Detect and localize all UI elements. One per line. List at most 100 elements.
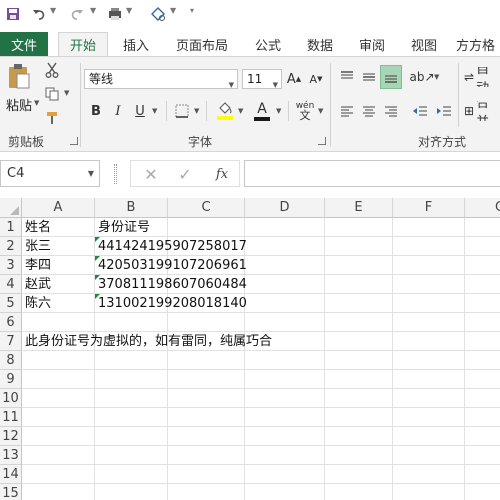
copy-dropdown-icon[interactable]: ▼ [64, 89, 69, 97]
merge-center-button[interactable]: ⊞合并 [464, 101, 500, 121]
insert-function-button[interactable]: fx [212, 164, 232, 184]
fill-color-dropdown-icon[interactable]: ▼ [238, 107, 243, 115]
cell-a4[interactable]: 赵武 [22, 275, 51, 294]
row-header-9[interactable]: 9 [0, 370, 22, 389]
tab-file[interactable]: 文件 [0, 32, 48, 56]
font-color-button[interactable]: A [252, 99, 272, 123]
clipboard-launcher-icon[interactable] [70, 137, 78, 145]
column-header-g[interactable]: G [465, 198, 500, 218]
print-preview-icon[interactable] [106, 4, 126, 24]
formula-input[interactable] [244, 160, 500, 187]
column-header-a[interactable]: A [22, 198, 95, 218]
row-header-6[interactable]: 6 [0, 313, 22, 332]
enter-icon[interactable]: ✓ [176, 164, 194, 184]
row-header-12[interactable]: 12 [0, 427, 22, 446]
customize-toolbar-icon[interactable]: ▾ [190, 6, 194, 15]
align-top-icon[interactable] [338, 67, 356, 87]
print-dropdown-icon[interactable]: ▼ [126, 6, 132, 15]
cell-b3[interactable]: 420503199107206961 [95, 256, 247, 275]
cancel-icon[interactable]: ✕ [142, 164, 160, 184]
align-middle-icon[interactable] [360, 67, 378, 87]
column-header-e[interactable]: E [325, 198, 393, 218]
shape-dropdown-icon[interactable]: ▼ [170, 6, 176, 15]
copy-icon[interactable] [42, 85, 62, 103]
tab-insert[interactable]: 插入 [116, 32, 156, 56]
decrease-indent-icon[interactable] [410, 101, 430, 121]
tab-view[interactable]: 视图 [404, 32, 444, 56]
align-bottom-icon[interactable] [380, 65, 402, 89]
name-box-dropdown-icon[interactable]: ▼ [88, 161, 94, 186]
phonetic-button[interactable]: wén 文 [294, 99, 316, 123]
phonetic-dropdown-icon[interactable]: ▼ [318, 107, 323, 115]
row-header-13[interactable]: 13 [0, 446, 22, 465]
paste-icon[interactable] [6, 61, 32, 91]
font-name-select[interactable]: 等线 ▼ [84, 69, 238, 89]
row-header-3[interactable]: 3 [0, 256, 22, 275]
cell-b5[interactable]: 131002199208018140 [95, 294, 247, 313]
row-header-14[interactable]: 14 [0, 465, 22, 484]
redo-dropdown-icon[interactable]: ▼ [90, 6, 96, 15]
increase-indent-icon[interactable] [434, 101, 454, 121]
cell-a2[interactable]: 张三 [22, 237, 51, 256]
row-header-11[interactable]: 11 [0, 408, 22, 427]
cell-b2[interactable]: 441424195907258017 [95, 237, 247, 256]
cell-a7[interactable]: 此身份证号为虚拟的，如有雷同，纯属巧合 [22, 332, 272, 351]
tab-review[interactable]: 审阅 [352, 32, 392, 56]
row-header-10[interactable]: 10 [0, 389, 22, 408]
row-header-8[interactable]: 8 [0, 351, 22, 370]
tab-addin[interactable]: 方方格 [456, 32, 500, 56]
borders-icon[interactable] [172, 101, 192, 121]
font-launcher-icon[interactable] [318, 137, 326, 145]
orientation-icon[interactable]: ab↗ [409, 67, 434, 87]
undo-dropdown-icon[interactable]: ▼ [50, 6, 56, 15]
align-center-icon[interactable] [360, 101, 378, 121]
tab-home[interactable]: 开始 [58, 32, 108, 56]
spreadsheet-grid[interactable]: A B C D E F G 1 2 3 4 5 6 7 8 9 10 11 12… [0, 198, 500, 500]
row-header-4[interactable]: 4 [0, 275, 22, 294]
align-left-icon[interactable] [338, 101, 356, 121]
bold-button[interactable]: B [88, 101, 104, 121]
column-header-b[interactable]: B [95, 198, 168, 218]
row-header-2[interactable]: 2 [0, 237, 22, 256]
undo-icon[interactable] [30, 4, 48, 24]
row-header-15[interactable]: 15 [0, 484, 22, 500]
tab-formulas[interactable]: 公式 [248, 32, 288, 56]
decrease-font-size-icon[interactable]: A ▼ [308, 69, 324, 89]
paste-label[interactable]: 粘贴 [6, 95, 32, 114]
cell-a5[interactable]: 陈六 [22, 294, 51, 313]
column-header-f[interactable]: F [393, 198, 465, 218]
cell-b4[interactable]: 370811198607060484 [95, 275, 247, 294]
font-color-dropdown-icon[interactable]: ▼ [276, 107, 281, 115]
row-header-1[interactable]: 1 [0, 218, 22, 237]
underline-dropdown-icon[interactable]: ▼ [152, 107, 157, 115]
align-right-icon[interactable] [382, 101, 400, 121]
tab-page-layout[interactable]: 页面布局 [170, 32, 234, 56]
wrap-text-button[interactable]: ⇌自动 [464, 67, 500, 87]
shape-icon[interactable] [148, 4, 168, 24]
increase-font-size-icon[interactable]: A ▲ [286, 69, 302, 89]
column-header-d[interactable]: D [245, 198, 325, 218]
orientation-dropdown-icon[interactable]: ▼ [434, 73, 439, 81]
cell-a3[interactable]: 李四 [22, 256, 51, 275]
resize-handle[interactable] [114, 164, 117, 184]
redo-icon[interactable] [68, 4, 86, 24]
font-size-select[interactable]: 11 ▼ [242, 69, 282, 89]
paste-dropdown-icon[interactable]: ▼ [34, 99, 39, 107]
row-header-7[interactable]: 7 [0, 332, 22, 351]
italic-button[interactable]: I [110, 101, 126, 121]
cut-icon[interactable] [42, 61, 62, 79]
borders-dropdown-icon[interactable]: ▼ [194, 107, 199, 115]
tab-data[interactable]: 数据 [300, 32, 340, 56]
cell-a1[interactable]: 姓名 [22, 218, 51, 237]
format-painter-icon[interactable] [42, 109, 62, 127]
name-box[interactable]: C4 ▼ [0, 160, 100, 187]
fill-color-button[interactable] [214, 99, 236, 123]
underline-button[interactable]: U [132, 101, 148, 121]
column-header-c[interactable]: C [168, 198, 245, 218]
font-size-dropdown-icon[interactable]: ▼ [273, 76, 278, 94]
row-header-5[interactable]: 5 [0, 294, 22, 313]
cell-b1[interactable]: 身份证号 [95, 218, 150, 237]
save-icon[interactable] [4, 4, 22, 24]
font-name-dropdown-icon[interactable]: ▼ [229, 76, 234, 94]
select-all-button[interactable] [0, 198, 22, 218]
